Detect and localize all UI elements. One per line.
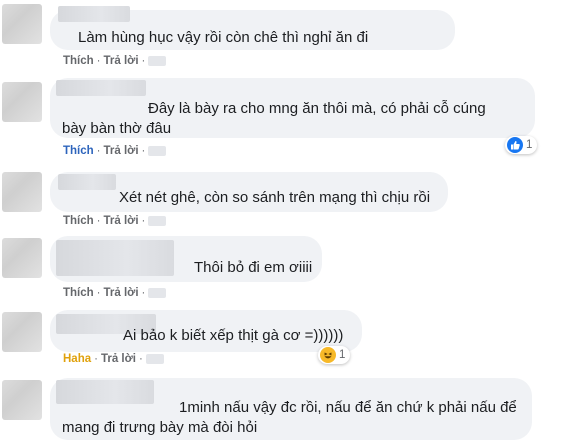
comment-bubble: Ai bảo k biết xếp thịt gà cơ =)))))) <box>50 310 362 352</box>
author-name-blurred[interactable] <box>58 6 130 22</box>
author-name-blurred[interactable] <box>56 80 146 96</box>
comment-text-line-2: mang đi trưng bày mà đòi hỏi <box>62 419 258 436</box>
like-button[interactable]: Thích <box>63 55 94 67</box>
reaction-count[interactable]: 1 <box>318 346 351 364</box>
comment-bubble: Thôi bỏ đi em ơiiii <box>50 236 322 282</box>
comment-bubble: 1minh nấu vậy đc rồi, nấu để ăn chứ k ph… <box>50 378 532 440</box>
separator: · <box>141 145 146 157</box>
timestamp-blurred[interactable] <box>148 145 167 156</box>
separator: · <box>141 215 146 227</box>
timestamp-blurred[interactable] <box>148 287 167 298</box>
timestamp-blurred[interactable] <box>148 55 167 66</box>
haha-button[interactable]: Haha <box>63 353 91 365</box>
reply-button[interactable]: Trả lời <box>104 215 139 227</box>
like-button[interactable]: Thích <box>63 215 94 227</box>
comment-text-line-1: 1minh nấu vậy đc rồi, nấu để ăn chứ k ph… <box>179 399 517 416</box>
separator: · <box>96 215 101 227</box>
comment-actions: Thích · Trả lời · <box>63 55 167 67</box>
reply-button[interactable]: Trả lời <box>101 353 136 365</box>
reply-button[interactable]: Trả lời <box>104 145 139 157</box>
reaction-count-value: 1 <box>526 139 533 151</box>
separator: · <box>96 287 101 299</box>
reaction-count[interactable]: 1 <box>505 136 538 154</box>
separator: · <box>141 55 146 67</box>
separator: · <box>141 287 146 299</box>
like-button[interactable]: Thích <box>63 145 94 157</box>
avatar[interactable] <box>2 312 42 352</box>
timestamp-blurred[interactable] <box>145 353 164 364</box>
avatar[interactable] <box>2 4 42 44</box>
comment-text: Ai bảo k biết xếp thịt gà cơ =)))))) <box>123 327 344 344</box>
reply-button[interactable]: Trả lời <box>104 55 139 67</box>
comment-bubble: Xét nét ghê, còn so sánh trên mạng thì c… <box>50 172 448 212</box>
author-name-blurred[interactable] <box>56 380 154 404</box>
comment-actions: Thích · Trả lời · <box>63 145 167 157</box>
separator: · <box>96 145 101 157</box>
avatar[interactable] <box>2 238 42 278</box>
comment-text: Làm hùng hục vậy rồi còn chê thì nghỉ ăn… <box>78 29 369 46</box>
avatar[interactable] <box>2 172 42 212</box>
separator: · <box>139 353 143 365</box>
author-name-blurred[interactable] <box>56 240 174 276</box>
comment-actions: Thích · Trả lời · <box>63 215 167 227</box>
reaction-count-value: 1 <box>339 349 346 361</box>
avatar[interactable] <box>2 380 42 420</box>
comment-bubble: Đây là bày ra cho mng ăn thôi mà, có phả… <box>50 78 535 138</box>
comment-text: Thôi bỏ đi em ơiiii <box>194 259 313 276</box>
separator: · <box>94 353 98 365</box>
comment-actions: Haha · Trả lời · <box>63 353 164 365</box>
comment-text-line-1: Đây là bày ra cho mng ăn thôi mà, có phả… <box>148 100 486 117</box>
separator: · <box>96 55 101 67</box>
comment-actions: Thích · Trả lời · <box>63 287 167 299</box>
comment-bubble: Làm hùng hục vậy rồi còn chê thì nghỉ ăn… <box>50 6 455 50</box>
haha-icon <box>320 347 336 363</box>
timestamp-blurred[interactable] <box>148 215 167 226</box>
like-icon <box>507 137 523 153</box>
like-button[interactable]: Thích <box>63 287 94 299</box>
avatar[interactable] <box>2 82 42 122</box>
comment-text-line-2: bày bàn thờ đâu <box>62 120 172 137</box>
reply-button[interactable]: Trả lời <box>104 287 139 299</box>
author-name-blurred[interactable] <box>58 174 116 190</box>
comment-text: Xét nét ghê, còn so sánh trên mạng thì c… <box>119 189 431 206</box>
